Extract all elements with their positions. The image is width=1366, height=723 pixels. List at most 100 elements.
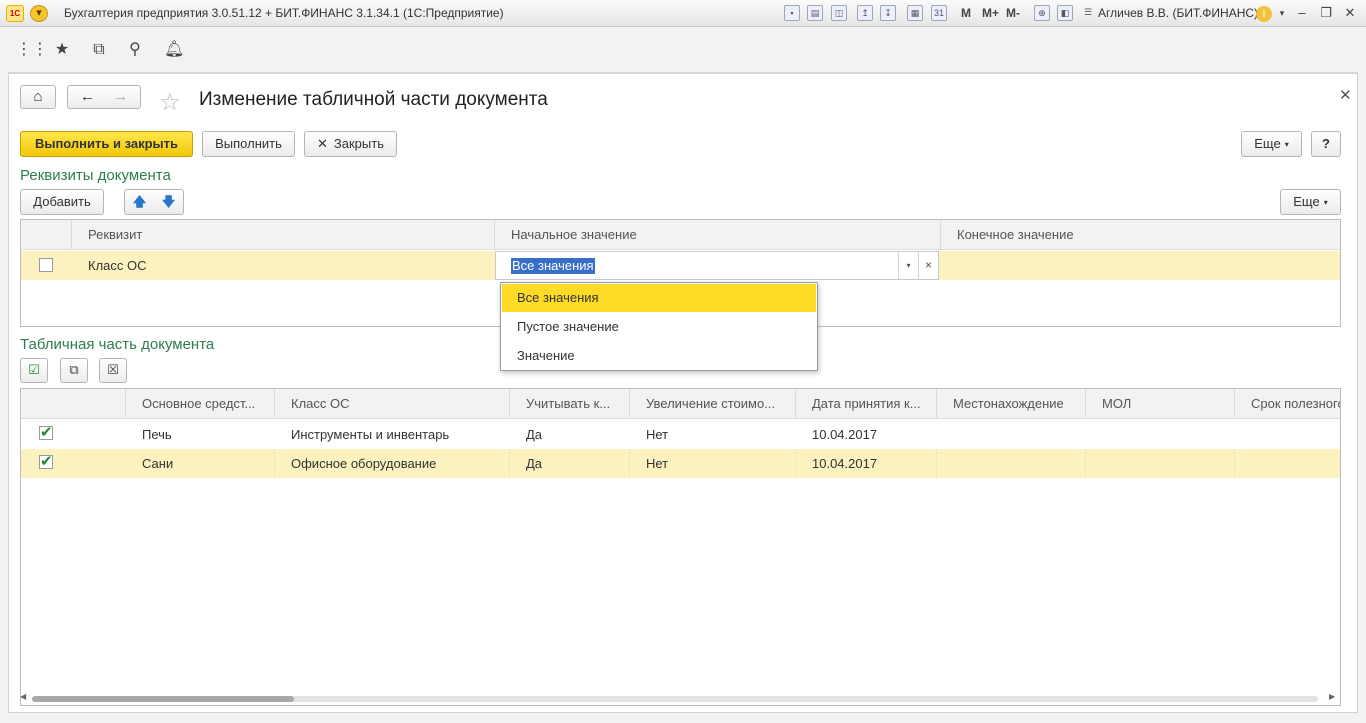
add-button[interactable]: Добавить: [20, 189, 104, 215]
dropdown-option-empty-value[interactable]: Пустое значение: [502, 313, 816, 341]
requisite-name-cell[interactable]: Класс ОС: [72, 251, 495, 280]
copy-button[interactable]: ⧉: [60, 358, 88, 383]
panels-icon[interactable]: ◧: [1057, 5, 1073, 21]
account-cell[interactable]: Да: [510, 449, 630, 478]
column-header-date[interactable]: Дата принятия к...: [796, 389, 937, 419]
mol-cell[interactable]: [1086, 420, 1235, 449]
increase-cell[interactable]: Нет: [630, 420, 796, 449]
run-and-close-button[interactable]: Выполнить и закрыть: [20, 131, 193, 157]
clear-value-icon[interactable]: ×: [918, 252, 938, 279]
move-up-icon[interactable]: 🡅: [133, 194, 146, 209]
dropdown-chevron-icon[interactable]: ▾: [898, 252, 918, 279]
close-form-icon[interactable]: ✕: [1339, 86, 1352, 104]
asset-cell[interactable]: Печь: [126, 420, 275, 449]
close-button[interactable]: ✕ Закрыть: [304, 131, 397, 157]
forward-arrow-icon[interactable]: →: [113, 88, 128, 105]
column-header-asset[interactable]: Основное средст...: [126, 389, 275, 419]
home-button[interactable]: ⌂: [20, 85, 56, 109]
memory-m-button[interactable]: M: [961, 6, 971, 20]
useful-life-cell[interactable]: [1235, 449, 1340, 478]
favorites-star-icon[interactable]: ★: [53, 41, 71, 59]
horizontal-scrollbar[interactable]: ◀ ▶: [20, 692, 1340, 703]
scroll-right-icon[interactable]: ▶: [1329, 692, 1335, 701]
chevron-down-icon: ▾: [1323, 197, 1328, 207]
column-header-check: [21, 389, 126, 419]
close-window-icon[interactable]: ✕: [1340, 4, 1360, 22]
move-buttons: 🡅 🡇: [124, 189, 184, 215]
row-checkbox[interactable]: [39, 452, 53, 470]
history-icon[interactable]: ⧉: [90, 41, 108, 59]
row-checkbox[interactable]: [39, 258, 53, 272]
account-cell[interactable]: Да: [510, 420, 630, 449]
row-checkbox[interactable]: [39, 423, 53, 441]
requisites-section-title: Реквизиты документа: [20, 167, 171, 184]
date-cell[interactable]: 10.04.2017: [796, 420, 937, 449]
scroll-thumb[interactable]: [32, 696, 294, 702]
column-header-location[interactable]: Местонахождение: [937, 389, 1086, 419]
column-header-requisite[interactable]: Реквизит: [72, 220, 495, 250]
dropdown-option-value[interactable]: Значение: [502, 342, 816, 370]
move-down-icon[interactable]: 🡇: [162, 194, 175, 209]
mol-cell[interactable]: [1086, 449, 1235, 478]
back-arrow-icon[interactable]: ←: [80, 88, 95, 105]
print-icon[interactable]: ▤: [807, 5, 823, 21]
column-header-start-value[interactable]: Начальное значение: [495, 220, 941, 250]
dropdown-option-all-values[interactable]: Все значения: [502, 284, 816, 312]
help-button[interactable]: ?: [1311, 131, 1341, 157]
user-name[interactable]: Агличев В.В. (БИТ.ФИНАНС): [1098, 6, 1258, 20]
asset-cell[interactable]: Сани: [126, 449, 275, 478]
location-cell[interactable]: [937, 449, 1086, 478]
minimize-icon[interactable]: –: [1292, 4, 1312, 22]
notifications-bell-icon[interactable]: 🔔︎: [164, 41, 184, 59]
check-all-button[interactable]: ☑: [20, 358, 48, 383]
preview-icon[interactable]: ◫: [831, 5, 847, 21]
start-value-field[interactable]: Все значения ▾ ×: [495, 251, 939, 280]
start-value-text[interactable]: Все значения: [511, 258, 595, 274]
close-icon: ✕: [317, 136, 328, 151]
useful-life-cell[interactable]: [1235, 420, 1340, 449]
scroll-left-icon[interactable]: ◀: [20, 692, 26, 701]
memory-plus-button[interactable]: M+: [982, 6, 999, 20]
check-all-icon: ☑: [28, 362, 40, 377]
column-header-check: [21, 220, 72, 250]
main-menu-button[interactable]: ▾: [30, 5, 48, 22]
column-header-account[interactable]: Учитывать к...: [510, 389, 630, 419]
form-title: Изменение табличной части документа: [199, 89, 548, 110]
column-header-increase[interactable]: Увеличение стоимо...: [630, 389, 796, 419]
search-icon[interactable]: ⚲: [126, 41, 144, 59]
date-cell[interactable]: 10.04.2017: [796, 449, 937, 478]
more-button[interactable]: Еще ▾: [1241, 131, 1302, 157]
info-icon[interactable]: i: [1256, 6, 1272, 22]
class-cell[interactable]: Инструменты и инвентарь: [275, 420, 510, 449]
uncheck-all-button[interactable]: ☒: [99, 358, 127, 383]
column-header-useful-life[interactable]: Срок полезного: [1235, 389, 1340, 419]
requisites-more-button[interactable]: Еще ▾: [1280, 189, 1341, 215]
zoom-icon[interactable]: ⊕: [1034, 5, 1050, 21]
location-cell[interactable]: [937, 420, 1086, 449]
column-header-end-value[interactable]: Конечное значение: [941, 220, 1340, 250]
column-header-class[interactable]: Класс ОС: [275, 389, 510, 419]
run-button[interactable]: Выполнить: [202, 131, 295, 157]
info-menu-chevron-icon[interactable]: ▾: [1272, 4, 1292, 22]
restore-icon[interactable]: ❐: [1316, 4, 1336, 22]
table-row[interactable]: Класс ОС Все значения ▾ ×: [21, 251, 1340, 280]
increase-cell[interactable]: Нет: [630, 449, 796, 478]
table-row[interactable]: Печь Инструменты и инвентарь Да Нет 10.0…: [21, 420, 1340, 449]
nav-back-forward[interactable]: ← →: [67, 85, 141, 109]
calculator-icon[interactable]: ▦: [907, 5, 923, 21]
table-row[interactable]: Сани Офисное оборудование Да Нет 10.04.2…: [21, 449, 1340, 478]
tablepart-table: Основное средст... Класс ОС Учитывать к.…: [20, 388, 1341, 706]
save-icon[interactable]: ▪: [784, 5, 800, 21]
end-value-cell[interactable]: [941, 251, 1340, 280]
tablepart-section-title: Табличная часть документа: [20, 336, 215, 353]
calendar-icon[interactable]: 31: [931, 5, 947, 21]
requisites-more-label: Еще: [1293, 194, 1320, 209]
memory-minus-button[interactable]: M-: [1006, 6, 1020, 20]
import-icon[interactable]: ↥: [857, 5, 873, 21]
apps-grid-icon[interactable]: ⋮⋮: [16, 41, 48, 59]
close-button-label: Закрыть: [333, 136, 384, 151]
export-icon[interactable]: ↧: [880, 5, 896, 21]
add-to-favorites-icon[interactable]: ☆: [159, 88, 181, 117]
column-header-mol[interactable]: МОЛ: [1086, 389, 1235, 419]
class-cell[interactable]: Офисное оборудование: [275, 449, 510, 478]
